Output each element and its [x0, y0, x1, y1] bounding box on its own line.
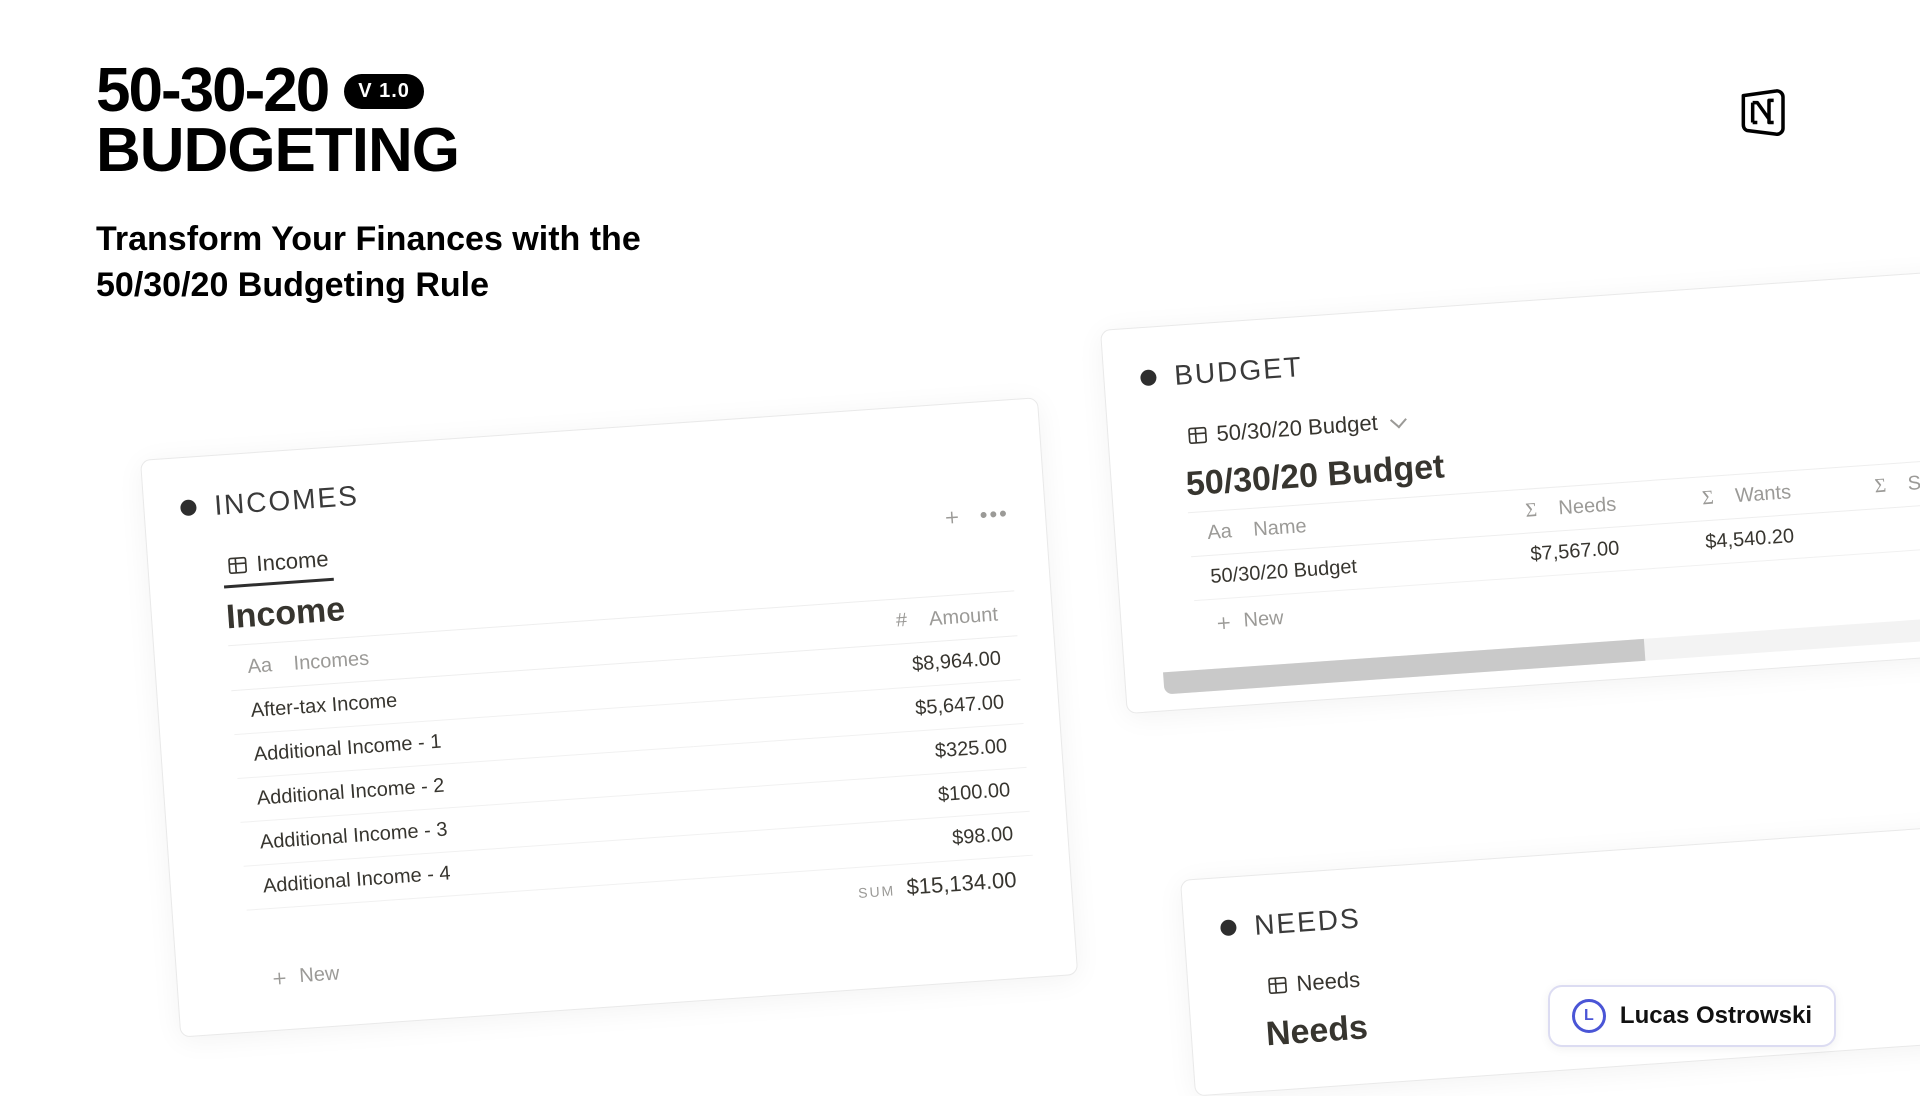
scrollbar-thumb[interactable] [1163, 639, 1645, 695]
sum-value: $15,134.00 [906, 867, 1018, 900]
tagline-line-1: Transform Your Finances with the [96, 220, 641, 258]
budget-card: BUDGET 50/30/20 Budget 50/30/20 Budget A… [1100, 267, 1920, 714]
plus-icon [269, 967, 290, 988]
needs-card: NEEDS Needs Needs [1180, 823, 1920, 1096]
income-table: Aa Incomes # Amount After-tax Income$8,9… [228, 590, 1036, 956]
incomes-section-label: INCOMES [213, 480, 360, 522]
avatar: L [1572, 999, 1606, 1033]
budget-section-label: BUDGET [1173, 351, 1304, 392]
table-icon [1266, 974, 1289, 997]
tab-budget-label: 50/30/20 Budget [1216, 410, 1379, 447]
col-header-savings[interactable]: Σ Savin [1807, 458, 1920, 514]
new-row-label: New [1243, 607, 1285, 633]
page-tagline: Transform Your Finances with the 50/30/2… [96, 217, 641, 309]
author-name: Lucas Ostrowski [1620, 1002, 1812, 1030]
bullet-icon [1220, 919, 1237, 936]
page-title-top: 50-30-20 [96, 60, 328, 122]
sum-label: SUM [858, 882, 896, 901]
page-title-bottom: BUDGETING [96, 118, 641, 183]
add-view-button[interactable] [941, 506, 962, 527]
tagline-line-2: 50/30/20 Budgeting Rule [96, 266, 489, 304]
tab-budget[interactable]: 50/30/20 Budget [1181, 402, 1409, 456]
bullet-icon [1140, 369, 1157, 386]
tab-needs[interactable]: Needs [1261, 960, 1365, 1005]
plus-icon [1213, 612, 1234, 633]
tab-needs-label: Needs [1296, 967, 1361, 997]
table-icon [226, 554, 249, 577]
tab-income-label: Income [256, 546, 330, 577]
new-row-label: New [299, 962, 341, 988]
tab-income[interactable]: Income [221, 540, 334, 589]
version-badge: V 1.0 [344, 74, 424, 109]
table-icon [1186, 424, 1209, 447]
incomes-card: INCOMES Income ••• Income Aa Incomes # [140, 397, 1078, 1037]
needs-section-label: NEEDS [1253, 903, 1361, 942]
bullet-icon [180, 499, 197, 516]
page-header: 50-30-20 V 1.0 BUDGETING Transform Your … [96, 60, 641, 309]
more-actions-button[interactable]: ••• [979, 500, 1010, 528]
notion-logo-icon [1734, 84, 1790, 140]
author-chip[interactable]: L Lucas Ostrowski [1548, 985, 1836, 1047]
